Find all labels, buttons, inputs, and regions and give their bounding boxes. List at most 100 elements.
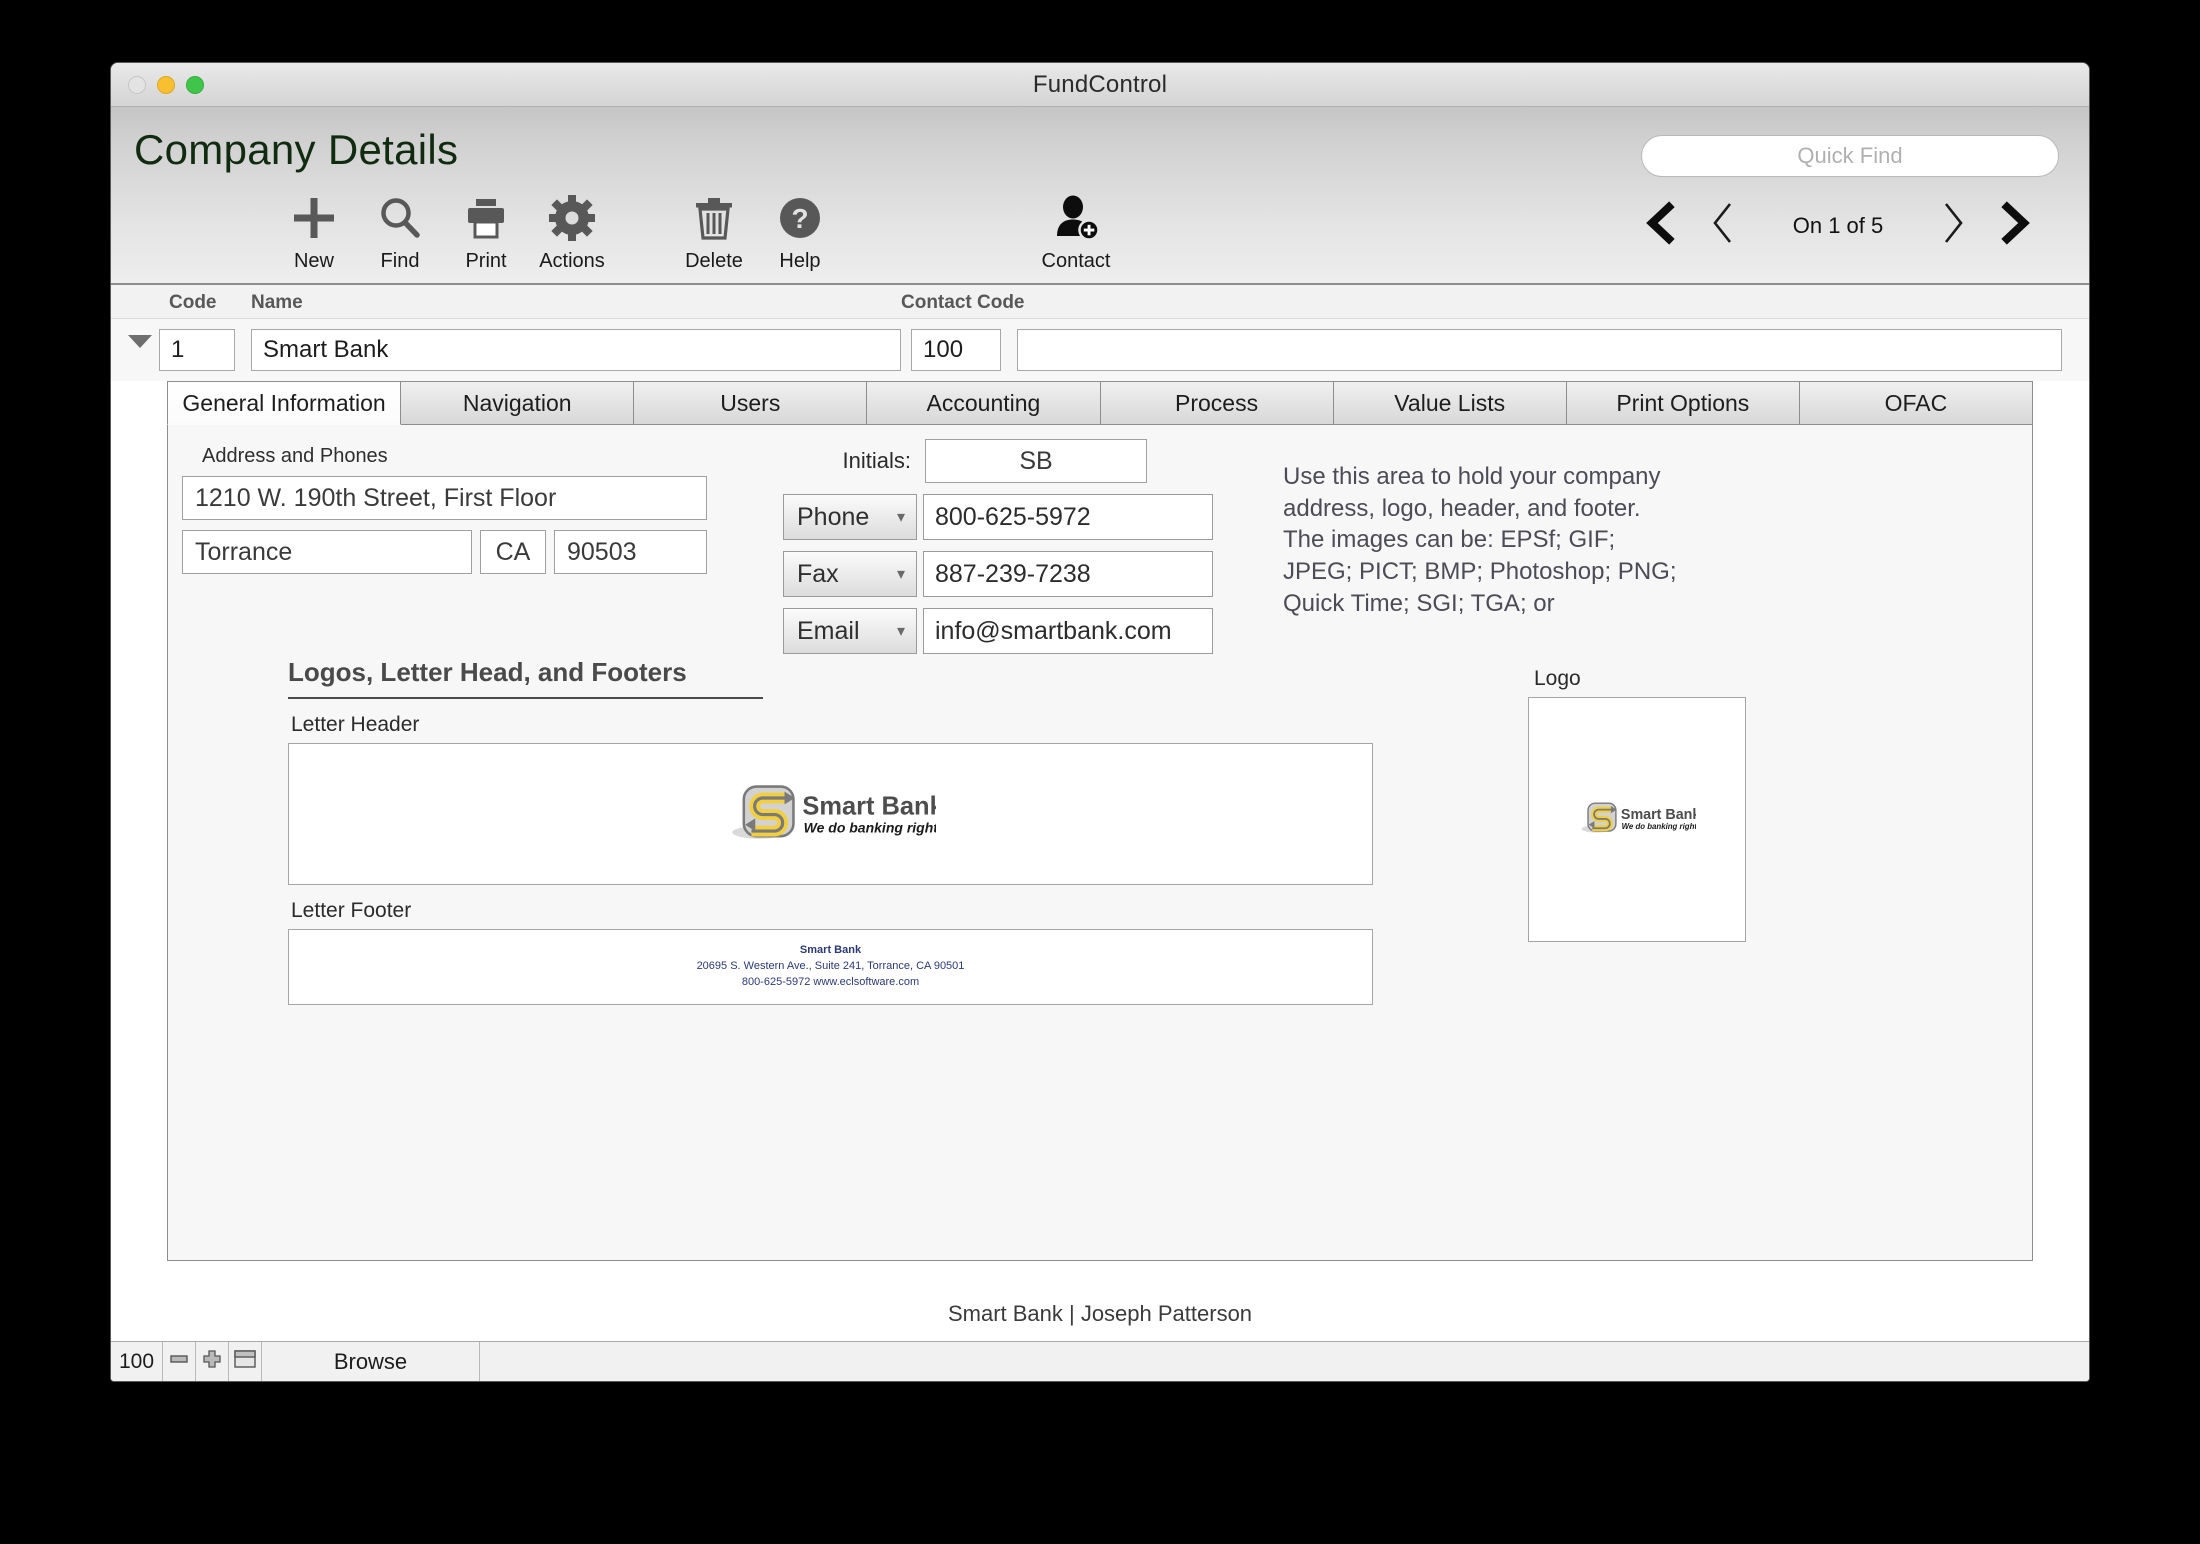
contact-method-row-email: Email ▾ info@smartbank.com bbox=[783, 608, 1233, 654]
fax-type-select[interactable]: Fax ▾ bbox=[783, 551, 917, 597]
contact-name-field[interactable] bbox=[1017, 329, 2062, 371]
email-type-select[interactable]: Email ▾ bbox=[783, 608, 917, 654]
tab-navigation[interactable]: Navigation bbox=[401, 381, 635, 425]
minimize-window-icon[interactable] bbox=[157, 76, 175, 94]
quick-find-input[interactable]: Quick Find bbox=[1641, 135, 2059, 177]
close-window-icon[interactable] bbox=[128, 76, 146, 94]
tab-label: General Information bbox=[182, 389, 386, 416]
print-button-label: Print bbox=[465, 250, 507, 272]
toolbar-group-primary: New Find Print Actions bbox=[271, 191, 615, 273]
delete-button[interactable]: Delete bbox=[671, 191, 757, 273]
printer-icon bbox=[463, 191, 509, 245]
fax-type-value: Fax bbox=[797, 559, 839, 588]
logo-container[interactable]: Smart Bank We do banking right! bbox=[1528, 697, 1746, 942]
contact-button-label: Contact bbox=[1041, 250, 1111, 272]
letter-footer-label: Letter Footer bbox=[291, 899, 412, 922]
layout-toggle-button[interactable] bbox=[229, 1342, 262, 1381]
tab-label: Process bbox=[1175, 389, 1259, 416]
letter-footer-text: Smart Bank 20695 S. Western Ave., Suite … bbox=[697, 943, 965, 991]
status-bar-filler bbox=[480, 1342, 2089, 1381]
help-button-label: Help bbox=[779, 250, 821, 272]
minus-icon bbox=[169, 1349, 189, 1374]
footer-company-name: Smart Bank bbox=[799, 944, 862, 957]
delete-button-label: Delete bbox=[685, 250, 743, 272]
email-value-input[interactable]: info@smartbank.com bbox=[923, 608, 1213, 654]
record-expand-triangle-icon[interactable] bbox=[128, 335, 152, 348]
toolbar-group-secondary: Delete ? Help bbox=[671, 191, 843, 273]
letter-header-container[interactable]: Smart Bank We do banking right! bbox=[288, 743, 1373, 885]
zoom-out-button[interactable] bbox=[163, 1342, 196, 1381]
code-column-label: Code bbox=[169, 292, 217, 313]
tab-accounting[interactable]: Accounting bbox=[867, 381, 1101, 425]
record-column-headers: Code Name Contact Code bbox=[111, 285, 2089, 319]
previous-record-button[interactable] bbox=[1691, 199, 1753, 252]
application-window: FundControl Company Details Quick Find N… bbox=[110, 62, 2090, 1382]
mode-selector[interactable]: Browse bbox=[262, 1342, 480, 1381]
magnifier-icon bbox=[377, 191, 423, 245]
tab-label: Navigation bbox=[462, 389, 572, 416]
print-button[interactable]: Print bbox=[443, 191, 529, 273]
smart-bank-logo-icon: Smart Bank We do banking right! bbox=[726, 781, 944, 848]
svg-text:?: ? bbox=[791, 203, 808, 234]
zip-input[interactable]: 90503 bbox=[554, 530, 707, 574]
find-button[interactable]: Find bbox=[357, 191, 443, 273]
letter-footer-container[interactable]: Smart Bank 20695 S. Western Ave., Suite … bbox=[288, 929, 1373, 1005]
actions-button[interactable]: Actions bbox=[529, 191, 615, 273]
traffic-light-controls bbox=[128, 76, 204, 94]
svg-text:Smart Bank: Smart Bank bbox=[1621, 806, 1696, 822]
maximize-window-icon[interactable] bbox=[186, 76, 204, 94]
tab-label: Print Options bbox=[1616, 389, 1750, 416]
code-field[interactable]: 1 bbox=[159, 329, 235, 371]
first-record-button[interactable] bbox=[1629, 201, 1691, 250]
help-button[interactable]: ? Help bbox=[757, 191, 843, 273]
chevron-down-icon: ▾ bbox=[896, 623, 905, 640]
tab-users[interactable]: Users bbox=[634, 381, 868, 425]
address-line1-input[interactable]: 1210 W. 190th Street, First Floor bbox=[182, 476, 707, 520]
tab-general-information[interactable]: General Information bbox=[167, 381, 402, 425]
phone-type-select[interactable]: Phone ▾ bbox=[783, 494, 917, 540]
address-group: Address and Phones 1210 W. 190th Street,… bbox=[182, 445, 707, 574]
status-bar: 100 Browse bbox=[111, 1341, 2089, 1381]
chevron-down-icon: ▾ bbox=[896, 509, 905, 526]
tab-value-lists[interactable]: Value Lists bbox=[1333, 381, 1567, 425]
gear-icon bbox=[549, 191, 595, 245]
record-navigation: On 1 of 5 bbox=[1629, 199, 2047, 252]
plus-icon bbox=[202, 1349, 222, 1374]
tab-panel-wrapper: Address and Phones 1210 W. 190th Street,… bbox=[139, 425, 2061, 1261]
tab-label: Users bbox=[720, 389, 781, 416]
smart-bank-logo-icon: Smart Bank We do banking right! bbox=[1578, 800, 1700, 840]
plus-icon bbox=[291, 191, 337, 245]
contact-code-field[interactable]: 100 bbox=[911, 329, 1001, 371]
zoom-in-button[interactable] bbox=[196, 1342, 229, 1381]
new-button[interactable]: New bbox=[271, 191, 357, 273]
quick-find-placeholder: Quick Find bbox=[1797, 143, 1903, 168]
zoom-level-display: 100 bbox=[111, 1342, 163, 1381]
tab-label: Value Lists bbox=[1394, 389, 1506, 416]
tab-ofac[interactable]: OFAC bbox=[1799, 381, 2033, 425]
svg-text:We do banking right!: We do banking right! bbox=[1622, 821, 1696, 830]
letter-header-label: Letter Header bbox=[291, 713, 420, 736]
tab-label: OFAC bbox=[1884, 389, 1948, 416]
trash-icon bbox=[692, 191, 736, 245]
window-title: FundControl bbox=[1032, 70, 1168, 98]
fax-value-input[interactable]: 887-239-7238 bbox=[923, 551, 1213, 597]
next-record-button[interactable] bbox=[1923, 199, 1985, 252]
tab-process[interactable]: Process bbox=[1100, 381, 1334, 425]
name-column-label: Name bbox=[251, 292, 303, 313]
actions-button-label: Actions bbox=[539, 250, 605, 272]
contact-button[interactable]: Contact bbox=[1021, 191, 1131, 273]
initials-input[interactable]: SB bbox=[925, 439, 1147, 483]
phone-value-input[interactable]: 800-625-5972 bbox=[923, 494, 1213, 540]
logos-section: Logos, Letter Head, and Footers Letter H… bbox=[288, 657, 1388, 1005]
window-title-bar: FundControl bbox=[111, 63, 2089, 107]
last-record-button[interactable] bbox=[1985, 201, 2047, 250]
name-field[interactable]: Smart Bank bbox=[251, 329, 901, 371]
city-input[interactable]: Torrance bbox=[182, 530, 472, 574]
contact-method-row-fax: Fax ▾ 887-239-7238 bbox=[783, 551, 1233, 597]
logos-section-title: Logos, Letter Head, and Footers bbox=[288, 657, 763, 699]
state-input[interactable]: CA bbox=[480, 530, 546, 574]
record-fields-row: 1 Smart Bank 100 bbox=[111, 319, 2089, 381]
person-add-icon bbox=[1052, 191, 1100, 245]
tab-print-options[interactable]: Print Options bbox=[1566, 381, 1800, 425]
contact-methods-group: Initials: SB Phone ▾ 800-625-5972 Fax ▾ bbox=[783, 439, 1233, 654]
